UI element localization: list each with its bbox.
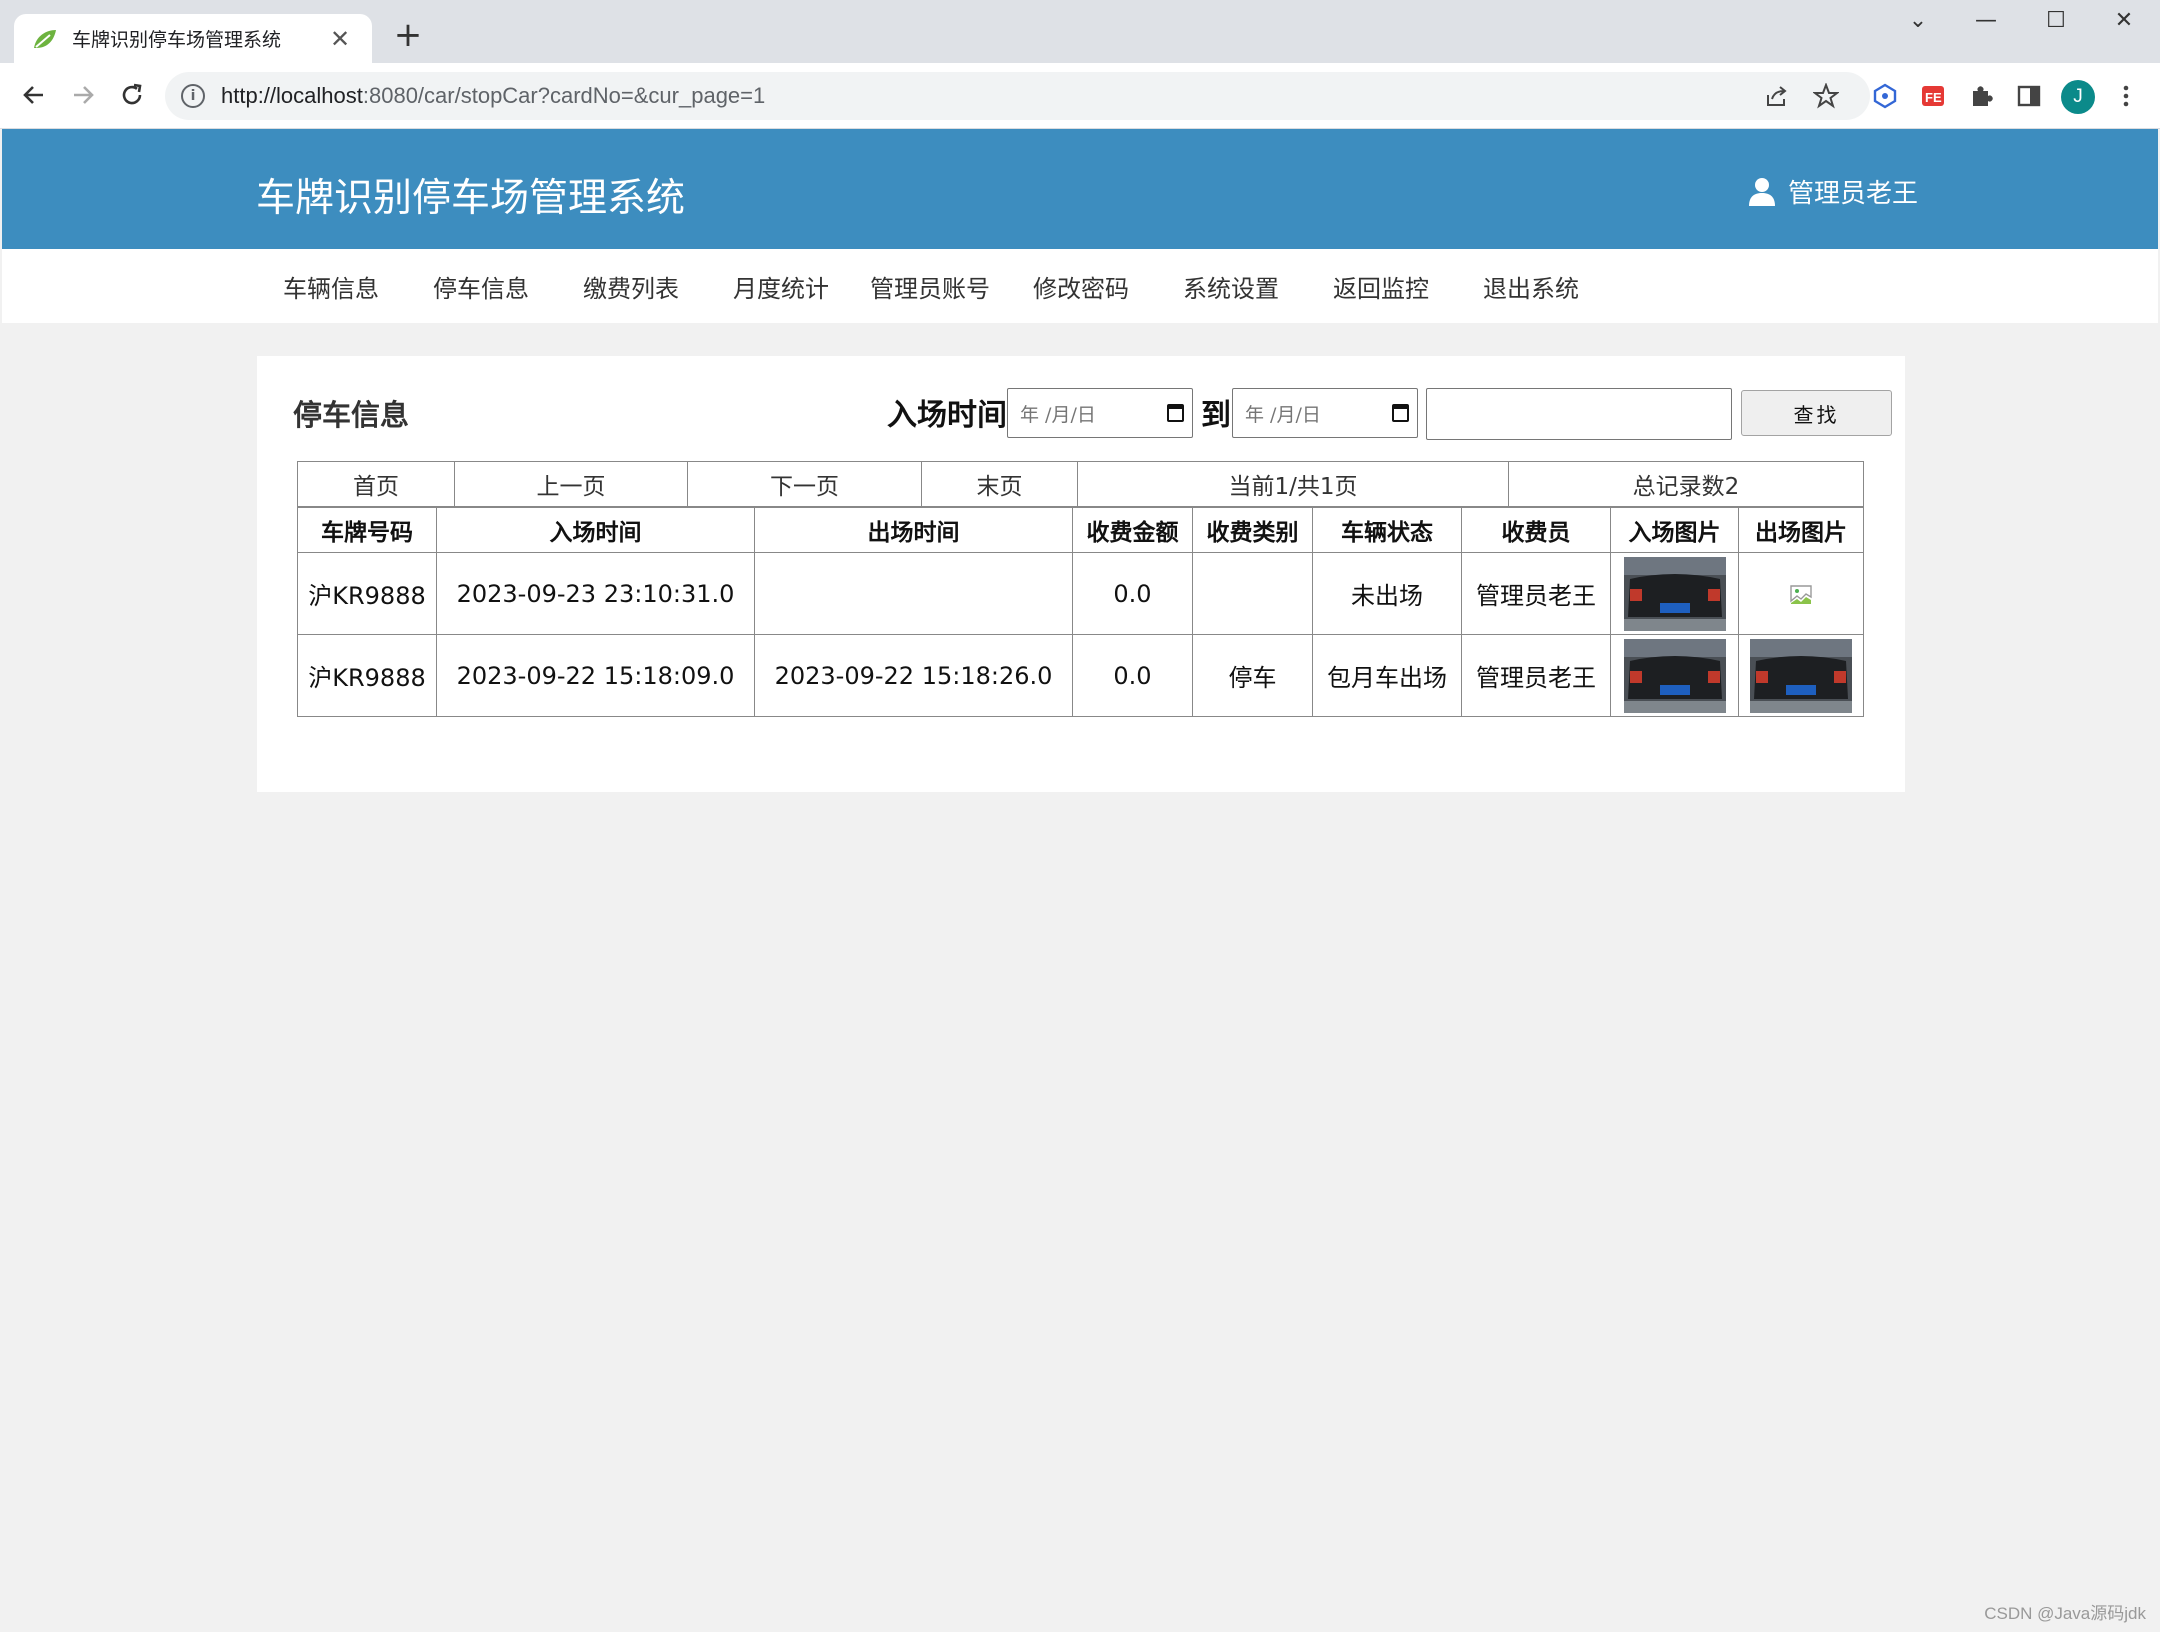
browser-toolbar: i http://localhost:8080/car/stopCar?card… <box>0 63 2160 129</box>
nav-monthly-stats[interactable]: 月度统计 <box>733 269 829 304</box>
cell-status: 未出场 <box>1312 552 1462 635</box>
column-header: 车辆状态 <box>1312 507 1462 553</box>
cell-status: 包月车出场 <box>1312 634 1462 717</box>
maximize-icon[interactable]: ☐ <box>2036 8 2076 33</box>
minimize-icon[interactable]: — <box>1966 8 2006 33</box>
nav-change-password[interactable]: 修改密码 <box>1033 269 1129 304</box>
cell-plate: 沪KR9888 <box>297 552 437 635</box>
cell-in-time: 2023-09-23 23:10:31.0 <box>436 552 755 635</box>
column-header: 入场图片 <box>1610 507 1739 553</box>
plate-search-input[interactable] <box>1426 388 1732 440</box>
close-tab-icon[interactable]: ✕ <box>326 27 354 51</box>
column-header: 出场图片 <box>1738 507 1864 553</box>
nav-back-to-monitor[interactable]: 返回监控 <box>1333 269 1429 304</box>
site-title: 车牌识别停车场管理系统 <box>256 176 686 221</box>
url-text: http://localhost:8080/car/stopCar?cardNo… <box>221 83 766 108</box>
cell-entry-image <box>1610 552 1739 635</box>
calendar-icon[interactable] <box>1167 404 1184 422</box>
calendar-icon[interactable] <box>1392 404 1409 422</box>
bookmark-star-icon[interactable] <box>1809 79 1843 113</box>
nav-vehicle-info[interactable]: 车辆信息 <box>283 269 379 304</box>
svg-text:FE: FE <box>1925 90 1942 105</box>
tab-title: 车牌识别停车场管理系统 <box>72 29 282 51</box>
user-icon <box>1749 177 1775 206</box>
cell-exit-image <box>1738 552 1864 635</box>
entry-time-label: 入场时间 <box>887 398 1007 433</box>
end-date-placeholder: 年 /月/日 <box>1245 403 1321 426</box>
broken-image-icon <box>1790 584 1812 604</box>
column-header: 收费员 <box>1461 507 1611 553</box>
fe-extension-icon[interactable]: FE <box>1916 79 1950 113</box>
cell-fee-type: 停车 <box>1192 634 1313 717</box>
table-row: 沪KR9888 2023-09-23 23:10:31.0 0.0 未出场 管理… <box>297 552 1864 635</box>
tab-search-icon[interactable]: ⌄ <box>1898 8 1938 33</box>
column-header: 车牌号码 <box>297 507 437 553</box>
table-header-row: 车牌号码 入场时间 出场时间 收费金额 收费类别 车辆状态 收费员 入场图片 出… <box>297 507 1864 553</box>
share-icon[interactable] <box>1760 79 1794 113</box>
last-page-link[interactable]: 末页 <box>921 461 1078 507</box>
first-page-link[interactable]: 首页 <box>297 461 455 507</box>
total-records-info: 总记录数2 <box>1508 461 1864 507</box>
extension-hexagon-icon[interactable] <box>1868 79 1902 113</box>
column-header: 出场时间 <box>754 507 1073 553</box>
cell-cashier: 管理员老王 <box>1461 552 1611 635</box>
car-rear-thumbnail[interactable] <box>1750 638 1852 713</box>
to-label: 到 <box>1201 398 1231 433</box>
nav-system-settings[interactable]: 系统设置 <box>1183 269 1279 304</box>
site-info-icon[interactable]: i <box>181 84 205 108</box>
cell-in-time: 2023-09-22 15:18:09.0 <box>436 634 755 717</box>
site-header: 车牌识别停车场管理系统 管理员老王 <box>2 129 2158 249</box>
cell-plate: 沪KR9888 <box>297 634 437 717</box>
parking-records-table: 车牌号码 入场时间 出场时间 收费金额 收费类别 车辆状态 收费员 入场图片 出… <box>297 507 1864 717</box>
start-date-placeholder: 年 /月/日 <box>1020 403 1096 426</box>
cell-out-time <box>754 552 1073 635</box>
main-nav: 车辆信息 停车信息 缴费列表 月度统计 管理员账号 修改密码 系统设置 返回监控… <box>2 249 2158 323</box>
cell-out-time: 2023-09-22 15:18:26.0 <box>754 634 1073 717</box>
cell-cashier: 管理员老王 <box>1461 634 1611 717</box>
column-header: 收费类别 <box>1192 507 1313 553</box>
nav-admin-accounts[interactable]: 管理员账号 <box>870 269 990 304</box>
profile-avatar[interactable]: J <box>2061 80 2095 114</box>
browser-tab[interactable]: 车牌识别停车场管理系统 ✕ <box>14 14 372 63</box>
panel-title: 停车信息 <box>293 398 410 432</box>
leaf-favicon-icon <box>34 29 56 48</box>
cell-fee-type <box>1192 552 1313 635</box>
nav-parking-info[interactable]: 停车信息 <box>433 269 529 304</box>
cell-exit-image <box>1738 634 1864 717</box>
reload-icon[interactable] <box>114 77 150 113</box>
side-panel-icon[interactable] <box>2012 79 2046 113</box>
browser-tab-strip: 车牌识别停车场管理系统 ✕ + ⌄ — ☐ ✕ <box>0 0 2160 63</box>
end-date-input[interactable]: 年 /月/日 <box>1232 388 1418 438</box>
column-header: 入场时间 <box>436 507 755 553</box>
column-header: 收费金额 <box>1072 507 1193 553</box>
car-rear-thumbnail[interactable] <box>1623 556 1726 631</box>
close-window-icon[interactable]: ✕ <box>2104 8 2144 33</box>
nav-logout[interactable]: 退出系统 <box>1483 269 1579 304</box>
cell-entry-image <box>1610 634 1739 717</box>
search-button[interactable]: 查找 <box>1741 390 1892 436</box>
address-bar[interactable]: i http://localhost:8080/car/stopCar?card… <box>165 72 1870 120</box>
nav-payment-list[interactable]: 缴费列表 <box>583 269 679 304</box>
cell-fee: 0.0 <box>1072 552 1193 635</box>
start-date-input[interactable]: 年 /月/日 <box>1007 388 1193 438</box>
forward-icon[interactable] <box>65 77 101 113</box>
menu-kebab-icon[interactable] <box>2109 79 2143 113</box>
back-icon[interactable] <box>16 77 52 113</box>
next-page-link[interactable]: 下一页 <box>687 461 922 507</box>
cell-fee: 0.0 <box>1072 634 1193 717</box>
parking-info-panel: 停车信息 入场时间 年 /月/日 到 年 /月/日 查找 首页 上一页 下一页 … <box>257 356 1905 792</box>
current-page-info: 当前1/共1页 <box>1077 461 1509 507</box>
prev-page-link[interactable]: 上一页 <box>454 461 688 507</box>
watermark: CSDN @Java源码jdk <box>1984 1604 2146 1623</box>
current-user: 管理员老王 <box>1748 173 1918 210</box>
table-row: 沪KR9888 2023-09-22 15:18:09.0 2023-09-22… <box>297 634 1864 717</box>
new-tab-icon[interactable]: + <box>390 18 426 52</box>
car-rear-thumbnail[interactable] <box>1623 638 1726 713</box>
extensions-puzzle-icon[interactable] <box>1964 79 1998 113</box>
user-name: 管理员老王 <box>1788 179 1919 209</box>
pagination-bar: 首页 上一页 下一页 末页 当前1/共1页 总记录数2 <box>297 461 1864 507</box>
